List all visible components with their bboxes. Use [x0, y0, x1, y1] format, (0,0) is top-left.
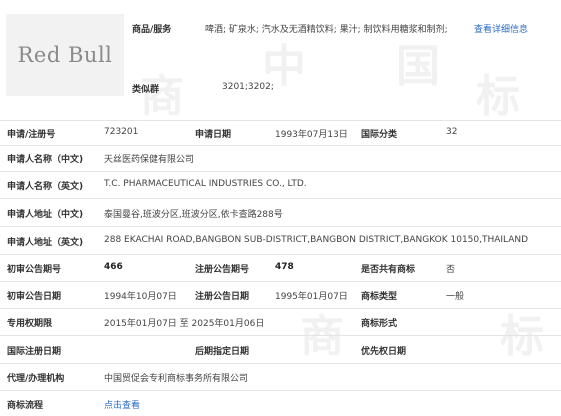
intl-class-label: 国际分类: [361, 130, 398, 140]
application-date-value: 1993年07月13日: [275, 130, 348, 140]
address-cn-label: 申请人地址（中文): [7, 210, 84, 220]
watermark-glyph: 标: [476, 71, 520, 122]
address-en-label: 申请人地址（英文): [7, 238, 84, 248]
mark-type-value: 一般: [446, 292, 465, 302]
reg-pub-date-value: 1995年01月07日: [275, 292, 348, 302]
row-exclusive-period: 专用权期限 2015年01月07日 至 2025年01月06日 商标形式: [0, 309, 561, 336]
shared-mark-value: 否: [446, 265, 456, 275]
applicant-en-value: T.C. PHARMACEUTICAL INDUSTRIES CO., LTD.: [104, 179, 307, 189]
similar-group-label: 类似群: [132, 85, 160, 95]
later-designation-date-label: 后期指定日期: [195, 347, 250, 357]
applicant-cn-label: 申请人名称（中文): [7, 155, 84, 165]
prelim-pub-date-value: 1994年10月07日: [104, 292, 177, 302]
exclusive-period-value: 2015年01月07日 至 2025年01月06日: [104, 319, 265, 329]
process-label: 商标流程: [7, 401, 44, 411]
reg-pub-date-label: 注册公告日期: [195, 292, 250, 302]
agent-value: 中国贸促会专利商标事务所有限公司: [104, 374, 249, 384]
intl-reg-date-label: 国际注册日期: [7, 347, 62, 357]
mark-type-label: 商标类型: [361, 292, 398, 302]
priority-date-label: 优先权日期: [361, 347, 407, 357]
exclusive-period-label: 专用权期限: [7, 319, 53, 329]
shared-mark-label: 是否共有商标: [361, 265, 416, 275]
mark-form-label: 商标形式: [361, 319, 398, 329]
application-date-label: 申请日期: [195, 130, 232, 140]
trademark-image[interactable]: Red Bull: [6, 14, 124, 96]
row-intl-dates: 国际注册日期 后期指定日期 优先权日期: [0, 336, 561, 364]
reg-pub-no-value: 478: [275, 262, 294, 272]
row-publication-date: 初审公告日期 1994年10月07日 注册公告日期 1995年01月07日 商标…: [0, 282, 561, 309]
intl-class-value: 32: [446, 127, 458, 137]
row-applicant-en: 申请人名称（英文) T.C. PHARMACEUTICAL INDUSTRIES…: [0, 172, 561, 199]
goods-detail-link[interactable]: 查看详细信息: [474, 22, 528, 35]
row-agent: 代理/办理机构 中国贸促会专利商标事务所有限公司: [0, 364, 561, 391]
row-application: 申请/注册号 723201 申请日期 1993年07月13日 国际分类 32: [0, 120, 561, 146]
watermark-glyph: 国: [396, 41, 440, 92]
row-publication-no: 初审公告期号 466 注册公告期号 478 是否共有商标 否: [0, 255, 561, 282]
agent-label: 代理/办理机构: [7, 374, 65, 384]
applicant-cn-value: 天丝医药保健有限公司: [104, 155, 195, 165]
row-applicant-cn: 申请人名称（中文) 天丝医药保健有限公司: [0, 145, 561, 172]
prelim-pub-no-label: 初审公告期号: [7, 265, 62, 275]
address-cn-value: 泰国曼谷,班波分区,班波分区,依卡查路288号: [104, 210, 283, 220]
prelim-pub-date-label: 初审公告日期: [7, 292, 62, 302]
address-en-value: 288 EKACHAI ROAD,BANGBON SUB-DISTRICT,BA…: [104, 235, 529, 245]
goods-value: 啤酒; 矿泉水; 汽水及无酒精饮料; 果汁; 制饮料用糖浆和制剂;: [205, 25, 448, 35]
goods-label: 商品/服务: [132, 25, 172, 35]
application-no-label: 申请/注册号: [7, 130, 56, 140]
reg-pub-no-label: 注册公告期号: [195, 265, 250, 275]
application-no-value: 723201: [104, 127, 139, 137]
row-process: 商标流程 点击查看: [0, 391, 561, 415]
applicant-en-label: 申请人名称（英文): [7, 182, 84, 192]
prelim-pub-no-value: 466: [104, 262, 123, 272]
process-view-link[interactable]: 点击查看: [104, 398, 140, 411]
similar-group-value: 3201;3202;: [222, 82, 274, 92]
trademark-logo-text: Red Bull: [17, 43, 113, 67]
row-address-en: 申请人地址（英文) 288 EKACHAI ROAD,BANGBON SUB-D…: [0, 227, 561, 255]
row-address-cn: 申请人地址（中文) 泰国曼谷,班波分区,班波分区,依卡查路288号: [0, 199, 561, 227]
